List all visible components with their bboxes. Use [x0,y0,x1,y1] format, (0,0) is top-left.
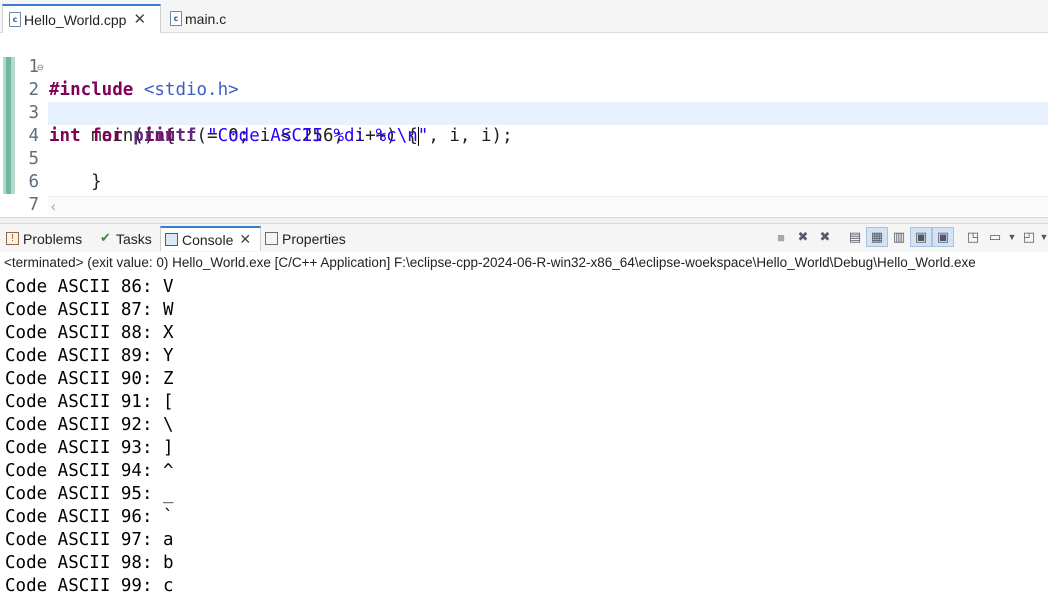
console-line: Code ASCII 91: [ [5,392,174,412]
code-editor[interactable]: 1 #include <stdio.h> 2 ⊖ int main() { 3 … [0,33,1048,238]
console-line: Code ASCII 88: X [5,323,174,343]
console-output[interactable]: Code ASCII 86: V Code ASCII 87: W Code A… [0,273,1048,597]
tab-tasks[interactable]: ✔ Tasks [99,226,152,251]
tab-label: Properties [282,230,346,247]
c-file-icon: c [170,11,182,26]
console-toolbar: ■ ✖ ✖ ▤ ▦ ▥ ▣ ▣ ◳ ▭ ▼ ◰ ▼ [770,226,1048,248]
editor-tab-bar: c Hello_World.cpp ✕ c main.c [0,0,1048,33]
console-line: Code ASCII 97: a [5,530,174,550]
chevron-down-icon[interactable]: ▼ [1040,227,1048,247]
remove-all-terminated-icon[interactable]: ✖ [814,227,836,247]
console-line: Code ASCII 96: ` [5,507,174,527]
tab-label: Problems [23,230,83,247]
new-console-icon[interactable]: ◰ [1018,227,1040,247]
remove-launch-icon[interactable]: ✖ [792,227,814,247]
console-line: Code ASCII 89: Y [5,346,174,366]
tab-properties[interactable]: Properties [265,226,346,251]
code-line[interactable]: 3 for (int i = 0; i < 256; i++) { [0,79,1048,146]
console-line: Code ASCII 95: _ [5,484,174,504]
tasks-icon: ✔ [100,230,111,245]
editor-tab-hello-world-cpp[interactable]: c Hello_World.cpp ✕ [2,4,161,33]
code-line[interactable]: 1 #include <stdio.h> [0,33,1048,100]
fold-collapse-icon[interactable]: ⊖ [37,56,44,79]
chevron-down-icon[interactable]: ▼ [1006,227,1018,247]
scroll-left-icon[interactable]: ‹ [51,198,56,214]
terminate-icon[interactable]: ■ [770,227,792,247]
c-file-icon: c [9,12,21,27]
word-wrap-icon[interactable]: ▥ [888,227,910,247]
problems-icon: ! [6,232,19,245]
properties-icon [265,232,278,245]
console-icon [165,233,178,246]
console-line: Code ASCII 94: ^ [5,461,174,481]
tab-problems[interactable]: ! Problems [6,226,82,251]
tab-console[interactable]: Console ✕ [160,226,261,251]
display-console-icon[interactable]: ▭ [984,227,1006,247]
scroll-lock-icon[interactable]: ▦ [866,227,888,247]
console-line: Code ASCII 93: ] [5,438,174,458]
console-line: Code ASCII 87: W [5,300,174,320]
show-on-stderr-icon[interactable]: ▣ [932,227,954,247]
editor-tab-main-c[interactable]: c main.c [164,4,244,33]
close-icon[interactable]: ✕ [239,231,251,248]
console-status-line: <terminated> (exit value: 0) Hello_World… [4,255,976,270]
console-line: Code ASCII 86: V [5,277,174,297]
line-number: 7 [28,195,39,215]
editor-horizontal-scrollbar[interactable]: ‹ [48,196,1048,216]
editor-tab-label: main.c [185,10,227,27]
tab-label: Console [182,231,234,248]
editor-tab-label: Hello_World.cpp [24,11,127,28]
code-line[interactable]: 5 } [0,125,1048,192]
clear-console-icon[interactable]: ▤ [844,227,866,247]
close-icon[interactable]: ✕ [133,12,146,27]
show-on-stdout-icon[interactable]: ▣ [910,227,932,247]
console-line: Code ASCII 99: c [5,576,174,596]
panel-splitter[interactable] [0,217,1048,224]
console-line: Code ASCII 90: Z [5,369,174,389]
code-line[interactable]: 7 } [0,171,1048,238]
console-line: Code ASCII 92: \ [5,415,174,435]
tab-label: Tasks [116,230,152,247]
current-code-line[interactable]: printf("Code ASCII %d: %c\n", i, i); [48,102,1048,146]
code-line[interactable]: 6 return 0; [0,148,1048,215]
pin-console-icon[interactable]: ◳ [962,227,984,247]
console-line: Code ASCII 98: b [5,553,174,573]
code-line[interactable]: 2 ⊖ int main() { [0,56,1048,146]
